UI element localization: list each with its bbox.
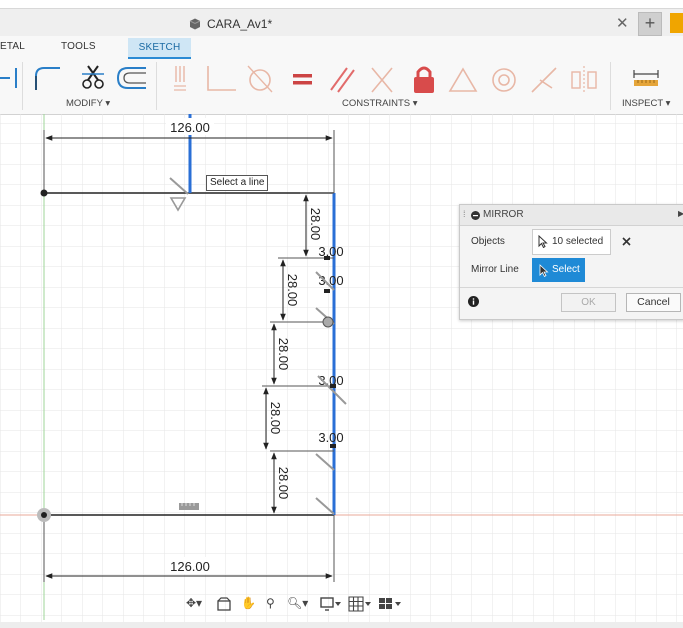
ok-button[interactable]: OK <box>561 293 616 312</box>
dimension-top-width: 126.00 <box>170 120 210 135</box>
zoom-window-icon[interactable]: 🔍︎▾ <box>287 596 308 614</box>
look-at-icon[interactable] <box>216 596 232 614</box>
ribbon-separator <box>156 62 157 110</box>
fillet-icon[interactable] <box>35 67 60 90</box>
modify-menu[interactable]: MODIFY ▾ <box>66 98 110 109</box>
title-bar: CARA_Av1* ✕ + <box>0 8 683 37</box>
ribbon-toolbar: ETAL TOOLS SKETCH MODIFY ▾ CONSTRAINTS ▾… <box>0 36 683 115</box>
offset-icon[interactable] <box>116 67 146 89</box>
ribbon-icons <box>0 65 659 94</box>
tab-tools[interactable]: TOOLS <box>61 41 96 52</box>
perpendicular-icon[interactable] <box>371 67 393 93</box>
cursor-arrow-icon <box>539 264 549 277</box>
dimension-depth-2: 28.00 <box>285 274 300 307</box>
close-tab-button[interactable]: ✕ <box>616 14 629 32</box>
fix-icon[interactable] <box>414 66 434 93</box>
objects-value: 10 selected <box>552 236 604 247</box>
tangent-icon[interactable] <box>247 65 273 93</box>
mirror-dialog: ⁞ MIRROR ▶ Objects 10 selected Mirror Li… <box>459 204 683 320</box>
orbit-icon[interactable]: ✥▾ <box>186 596 202 614</box>
new-tab-button[interactable]: + <box>638 12 662 36</box>
equal-icon[interactable] <box>293 74 312 85</box>
cancel-button[interactable]: Cancel <box>626 293 681 312</box>
tab-sketch[interactable]: SKETCH <box>128 38 191 59</box>
display-settings-icon[interactable] <box>320 596 342 614</box>
select-label: Select <box>552 264 580 275</box>
grid-icon[interactable] <box>348 596 372 614</box>
info-icon[interactable] <box>468 296 479 307</box>
document-title: CARA_Av1* <box>207 17 273 31</box>
midpoint-icon[interactable] <box>531 67 557 93</box>
ribbon-separator <box>610 62 611 110</box>
pattern-icon[interactable] <box>174 66 186 91</box>
inspect-menu[interactable]: INSPECT ▾ <box>622 98 670 109</box>
dimension-gap-1: 3.00 <box>318 244 343 259</box>
measure-icon[interactable] <box>633 70 659 86</box>
grid <box>0 114 683 628</box>
ribbon-separator <box>22 62 23 110</box>
profile-badge[interactable] <box>670 13 683 33</box>
parallel-icon[interactable] <box>330 67 355 93</box>
dimension-bottom-width: 126.00 <box>170 559 210 574</box>
document-icon <box>189 18 201 30</box>
dimension-depth-1: 28.00 <box>308 208 323 241</box>
cursor-arrow-icon <box>538 235 548 248</box>
mirror-dialog-title: MIRROR <box>483 209 524 220</box>
line-icon[interactable] <box>0 68 17 88</box>
objects-label: Objects <box>471 236 505 247</box>
dimension-depth-5: 28.00 <box>276 467 291 500</box>
zoom-icon[interactable]: ⚲ <box>266 596 275 614</box>
viewports-icon[interactable] <box>378 596 402 614</box>
sketch-canvas[interactable]: 126.00 126.00 28.00 28.00 28.00 28.00 28… <box>0 114 683 628</box>
clear-selection-icon[interactable] <box>622 237 631 246</box>
symmetry-icon[interactable] <box>571 66 597 94</box>
coincident-icon[interactable] <box>207 66 236 91</box>
scale-icon <box>179 503 199 510</box>
mirror-dialog-header[interactable]: ⁞ MIRROR ▶ <box>460 205 683 226</box>
mirror-line-select-button[interactable]: Select <box>532 258 585 282</box>
dimension-depth-3: 28.00 <box>276 338 291 371</box>
dimension-gap-4: 3.00 <box>318 430 343 445</box>
trim-icon[interactable] <box>82 65 104 89</box>
navigation-bar: ✥▾ ✋ ⚲ 🔍︎▾ <box>180 594 408 616</box>
pan-icon[interactable]: ✋ <box>241 596 256 614</box>
constraints-menu[interactable]: CONSTRAINTS ▾ <box>342 98 418 109</box>
triangle-icon[interactable] <box>448 67 478 92</box>
concentric-icon[interactable] <box>492 68 516 92</box>
objects-selection-field[interactable]: 10 selected <box>532 229 611 255</box>
dimension-depth-4: 28.00 <box>268 402 283 435</box>
tooltip: Select a line <box>206 175 269 191</box>
expand-arrow-icon[interactable]: ▶ <box>678 209 683 218</box>
collapse-icon[interactable] <box>471 211 480 220</box>
tab-sheet-metal[interactable]: ETAL <box>0 41 25 52</box>
mirror-line-label: Mirror Line <box>471 264 519 275</box>
